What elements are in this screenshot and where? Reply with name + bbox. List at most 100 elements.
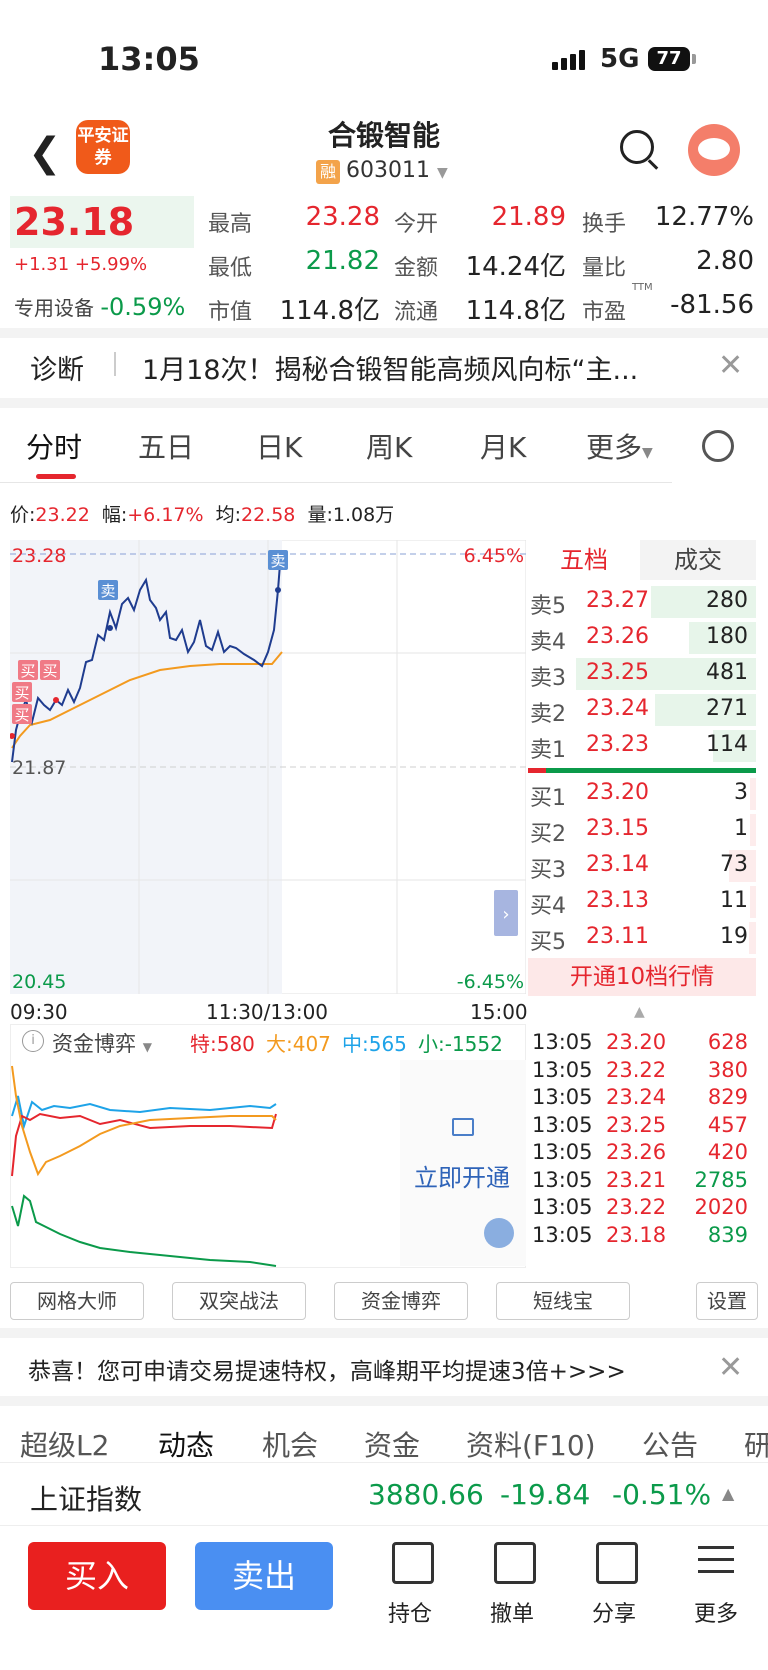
trade-price: 23.24 bbox=[606, 1085, 667, 1109]
tool-double-breakout[interactable]: 双突战法 bbox=[172, 1282, 306, 1320]
tab-announcements[interactable]: 公告 bbox=[642, 1424, 698, 1464]
tab-trades[interactable]: 成交 bbox=[642, 540, 754, 580]
holdings-icon[interactable] bbox=[392, 1542, 434, 1584]
buy-marker-label: 买 bbox=[20, 662, 35, 680]
bid-level-label: 买4 bbox=[530, 894, 566, 919]
bid-row[interactable]: 买5 23.11 19 bbox=[528, 920, 756, 956]
tab-super-l2[interactable]: 超级L2 bbox=[20, 1424, 109, 1464]
chart-info-bar: 价:23.22 幅:+6.17% 均:22.58 量:1.08万 bbox=[10, 500, 394, 527]
margin-badge: 融 bbox=[316, 160, 340, 184]
index-name: 上证指数 bbox=[30, 1483, 143, 1516]
bid-ratio-fill bbox=[528, 768, 546, 773]
stock-code-text: 603011 bbox=[346, 158, 430, 183]
info-price-label: 价: bbox=[10, 504, 36, 526]
trade-price: 23.25 bbox=[606, 1112, 667, 1137]
search-icon[interactable] bbox=[620, 130, 654, 164]
tool-short-term[interactable]: 短线宝 bbox=[496, 1282, 630, 1320]
pe-value: -81.56 bbox=[670, 290, 754, 320]
close-icon[interactable]: ✕ bbox=[718, 348, 743, 383]
tab-news[interactable]: 动态 bbox=[158, 1424, 214, 1464]
tab-daily-k[interactable]: 日K bbox=[256, 426, 302, 466]
ask-row[interactable]: 卖1 23.23 114 bbox=[528, 728, 756, 764]
tab-minute[interactable]: 分时 bbox=[26, 426, 82, 466]
chevron-up-icon[interactable]: ▲ bbox=[722, 1484, 734, 1503]
info-icon[interactable]: i bbox=[22, 1030, 44, 1052]
tab-five-levels[interactable]: 五档 bbox=[528, 540, 640, 580]
bid-row[interactable]: 买3 23.14 73 bbox=[528, 848, 756, 884]
trade-price: 23.18 bbox=[606, 1222, 667, 1247]
ask-row[interactable]: 卖3 23.25 481 bbox=[528, 656, 756, 692]
trade-price: 23.22 bbox=[606, 1057, 667, 1082]
more-button[interactable]: 更多 bbox=[676, 1596, 756, 1628]
trade-price: 23.22 bbox=[606, 1195, 667, 1219]
tab-monthly-k[interactable]: 月K bbox=[480, 426, 526, 466]
capital-dropdown[interactable]: 资金博弈 ▼ bbox=[52, 1028, 152, 1058]
x-mid-label: 11:30/13:00 bbox=[206, 1000, 329, 1024]
chevron-up-icon[interactable]: ▲ bbox=[634, 1004, 645, 1020]
trade-volume: 2785 bbox=[694, 1167, 748, 1192]
share-button[interactable]: 分享 bbox=[574, 1596, 654, 1628]
ask-row[interactable]: 卖2 23.24 271 bbox=[528, 692, 756, 728]
ask-level-label: 卖3 bbox=[530, 666, 566, 691]
buy-button[interactable]: 买入 bbox=[28, 1542, 166, 1610]
bid-row[interactable]: 买4 23.13 11 bbox=[528, 884, 756, 920]
open-10-levels-button[interactable]: 开通10档行情 bbox=[528, 958, 756, 996]
tab-more[interactable]: 更多▼ bbox=[586, 426, 653, 466]
low-label: 最低 bbox=[208, 256, 253, 281]
tool-capital-game[interactable]: 资金博弈 bbox=[334, 1282, 468, 1320]
stock-code[interactable]: 603011 ▼ bbox=[346, 158, 448, 183]
ask-price: 23.25 bbox=[586, 660, 649, 685]
diagnosis-text[interactable]: 1月18次！揭秘合锻智能高频风向标“主... bbox=[142, 348, 638, 387]
bid-row[interactable]: 买2 23.15 1 bbox=[528, 812, 756, 848]
trade-price: 23.20 bbox=[606, 1030, 667, 1054]
ask-row[interactable]: 卖5 23.27 280 bbox=[528, 584, 756, 620]
divider bbox=[0, 398, 768, 408]
tab-five-day[interactable]: 五日 bbox=[138, 426, 194, 466]
sector[interactable]: 专用设备 -0.59% bbox=[14, 292, 185, 321]
info-avg: 22.58 bbox=[241, 504, 296, 526]
ask-price: 23.24 bbox=[586, 696, 649, 721]
tool-grid-master[interactable]: 网格大师 bbox=[10, 1282, 144, 1320]
info-vol-label: 量: bbox=[307, 504, 333, 526]
index-change: -19.84 bbox=[500, 1478, 591, 1511]
cancel-order-button[interactable]: 撤单 bbox=[472, 1596, 552, 1628]
pe-label: 市盈 bbox=[582, 300, 627, 325]
amount-value: 14.24亿 bbox=[465, 252, 566, 282]
cancel-order-icon[interactable] bbox=[494, 1542, 536, 1584]
diagnosis-label: 诊断 bbox=[30, 355, 84, 386]
open-value: 21.89 bbox=[491, 202, 566, 232]
trade-price: 23.26 bbox=[606, 1140, 667, 1164]
tab-research[interactable]: 研 bbox=[744, 1424, 768, 1464]
unlock-button[interactable]: 立即开通 bbox=[414, 1158, 510, 1193]
open-label: 今开 bbox=[394, 212, 439, 237]
buy-marker-label: 买 bbox=[42, 662, 57, 680]
ask-volume: 180 bbox=[706, 624, 748, 649]
bid-level-label: 买3 bbox=[530, 858, 566, 883]
tab-f10[interactable]: 资料(F10) bbox=[466, 1424, 596, 1464]
intraday-chart[interactable]: 卖 卖 买 买 买 买 23.28 6.45% 21.87 20.45 -6.4… bbox=[10, 540, 526, 994]
buy-marker-label: 买 bbox=[14, 684, 29, 702]
sell-button[interactable]: 卖出 bbox=[195, 1542, 333, 1610]
chevron-down-icon: ▼ bbox=[142, 1040, 152, 1054]
network-label: 5G bbox=[600, 44, 640, 74]
bid-row[interactable]: 买1 23.20 3 bbox=[528, 776, 756, 812]
holdings-button[interactable]: 持仓 bbox=[370, 1596, 450, 1628]
trade-price: 23.21 bbox=[606, 1167, 667, 1192]
tool-settings[interactable]: 设置 bbox=[696, 1282, 758, 1320]
fullscreen-icon[interactable] bbox=[484, 1218, 514, 1248]
trade-time: 13:05 bbox=[532, 1195, 593, 1219]
close-icon[interactable]: ✕ bbox=[718, 1350, 743, 1385]
promo-text[interactable]: 恭喜！您可申请交易提速特权，高峰期平均提速3倍+>>> bbox=[28, 1352, 626, 1386]
tab-weekly-k[interactable]: 周K bbox=[366, 426, 412, 466]
trade-time: 13:05 bbox=[532, 1112, 593, 1137]
tab-capital[interactable]: 资金 bbox=[364, 1424, 420, 1464]
menu-icon[interactable] bbox=[698, 1546, 734, 1573]
gear-icon[interactable] bbox=[702, 430, 734, 462]
avatar[interactable] bbox=[688, 124, 740, 176]
ask-level-label: 卖5 bbox=[530, 594, 566, 619]
ask-row[interactable]: 卖4 23.26 180 bbox=[528, 620, 756, 656]
share-icon[interactable] bbox=[596, 1542, 638, 1584]
tab-opportunity[interactable]: 机会 bbox=[262, 1424, 318, 1464]
bid-ask-ratio-bar bbox=[528, 768, 756, 773]
volume-bar bbox=[750, 778, 756, 810]
